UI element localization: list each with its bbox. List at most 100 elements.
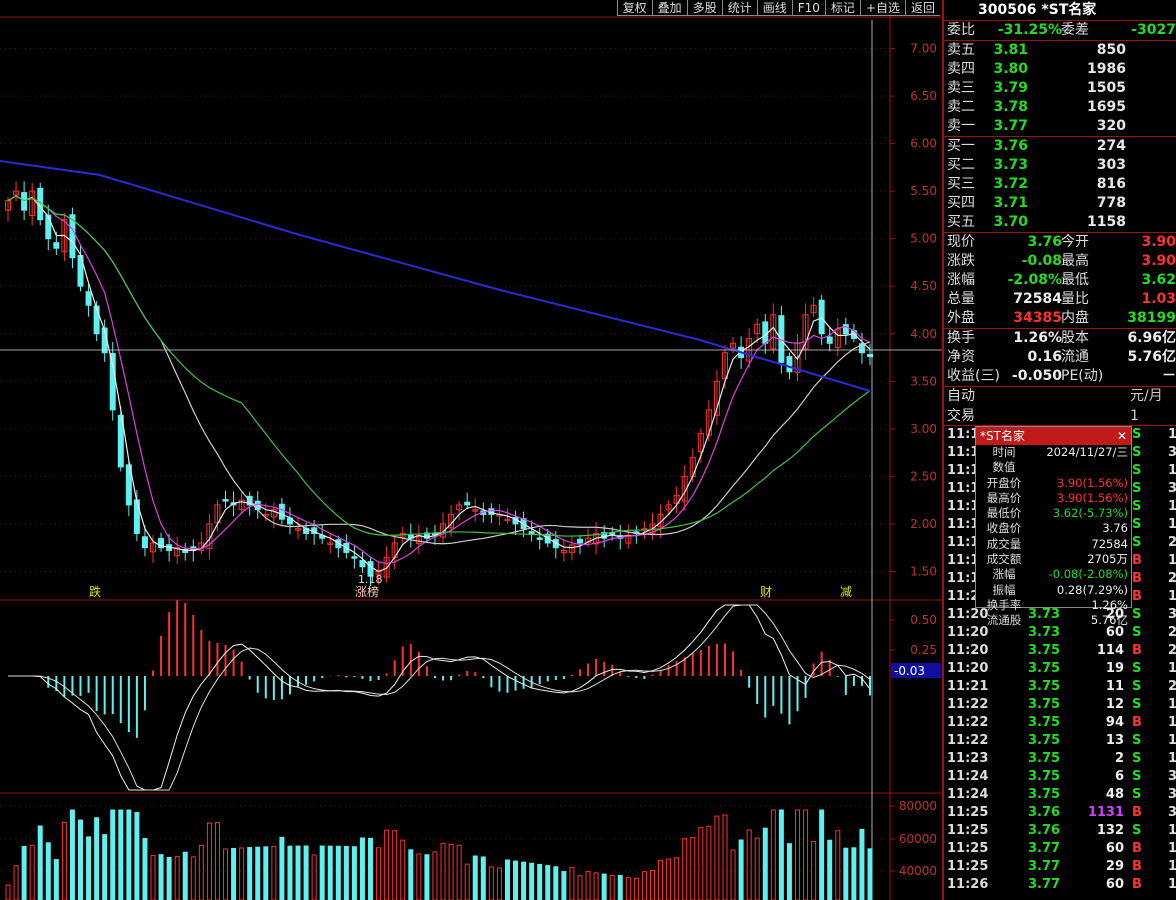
ask-levels: 卖五 3.81 850 卖四 3.80 1986 卖三 3.79 1505 卖二 3.78 1695 卖… [944,41,1176,136]
order-diff-label: 委差 [1061,22,1089,38]
volume-bar [45,842,51,900]
tab-unit[interactable]: 元/月 [1130,387,1163,406]
price-tick-label: 6.50 [910,89,937,103]
volume-bar [174,856,180,900]
fuquan-button[interactable]: 复权 [616,0,652,16]
volume-bar [359,837,365,900]
level-price: 3.79 [993,80,1028,96]
f10-button[interactable]: F10 [791,0,825,16]
trade-price: 3.75 [1028,643,1061,658]
candle-body [826,336,833,344]
candle [29,182,36,226]
stock-code: 300506 [978,2,1037,18]
candle [673,486,680,514]
add-watchlist-button[interactable]: +自选 [859,0,905,16]
volume-bar [521,861,527,900]
volume-bar [658,859,664,900]
volume-bar [504,859,510,900]
trade-side: S [1132,679,1142,694]
fundamental-row: 换手 1.26% 股本 6.96亿 [944,329,1176,348]
back-button[interactable]: 返回 [904,0,940,16]
trade-side: B [1132,571,1142,586]
popup-row: 涨幅 -0.08(-2.08%) [976,567,1131,582]
trade-count: 1 [1168,661,1176,676]
volume-bar [384,829,390,900]
trade-side: S [1132,625,1142,640]
volume-bar [335,845,341,900]
volume-bar [754,837,760,900]
trade-time: 11:25 [947,823,989,838]
kline-chart[interactable]: 7.00 6.50 6.00 5.50 5.00 4.50 4.00 3.50 3.00 2.50… [0,0,942,900]
trade-count: 1 [1168,427,1176,442]
popup-value: 2024/11/27/三 [1046,445,1128,459]
candle [45,204,52,251]
quote-value-2: 3.90 [1141,253,1176,269]
draw-line-button[interactable]: 画线 [756,0,792,16]
popup-value: -0.08(-2.08%) [1048,567,1128,582]
fund-label: 换手 [947,330,975,346]
candle-body [278,503,285,520]
level-volume: 1505 [1087,80,1126,96]
volume-bar [786,843,792,900]
trade-price: 3.75 [1028,787,1061,802]
quote-label-2: 最高 [1061,253,1089,269]
quote-value: -0.08 [1021,253,1062,269]
level-price: 3.77 [993,118,1028,134]
volume-bar [53,859,59,900]
level-price: 3.71 [993,195,1028,211]
stock-name: *ST名家 [1041,2,1097,18]
fundamental-stats: 换手 1.26% 股本 6.96亿 净资 0.16 流通 5.76亿 收益(三) -0.050 PE… [944,329,1176,386]
stats-button[interactable]: 统计 [721,0,757,16]
volume-bar [674,857,680,900]
candle-body [536,537,543,540]
trade-count: 3 [1168,769,1176,784]
candle [222,490,229,508]
overlay-button[interactable]: 叠加 [651,0,687,16]
volume-bar [778,809,784,900]
volume-bar [553,866,559,900]
fund-value-2: － [1162,368,1176,384]
trade-side: S [1132,463,1142,478]
price-tick-label: 3.00 [910,422,937,436]
trade-side: B [1132,877,1142,892]
level-label: 卖四 [947,61,975,77]
tab-auto[interactable]: 自动 [947,387,975,406]
volume-tick-label: 60000 [899,832,937,846]
trade-count: 1 [1168,463,1176,478]
multi-stock-button[interactable]: 多股 [686,0,722,16]
trade-volume: 19 [1105,661,1124,676]
volume-bar [86,836,92,900]
price-tick-label: 7.00 [910,42,937,56]
candle [464,492,471,510]
quote-row: 涨幅 -2.08% 最低 3.62 [944,271,1176,290]
popup-header[interactable]: *ST名家 ✕ [976,427,1131,445]
trade-row: 11:26 3.77 60 B 1 [944,876,1176,894]
mark-button[interactable]: 标记 [824,0,860,16]
trade-count: 3 [1168,445,1176,460]
price-tick-label: 2.50 [910,469,937,483]
trade-count: 1 [1168,553,1176,568]
info-popup[interactable]: *ST名家 ✕ 时间 2024/11/27/三 数值 开盘价 3.90(1.56%) 最高… [975,426,1132,627]
volume-bar [593,872,599,900]
close-icon[interactable]: ✕ [1117,427,1127,445]
macd-tick-label: 0.50 [910,613,937,627]
candle-body [351,556,358,559]
level-price: 3.72 [993,176,1028,192]
trade-side: S [1132,751,1142,766]
quote-row: 外盘 34385 内盘 38199 [944,309,1176,328]
volume-bar [480,856,486,900]
candle [713,370,720,425]
popup-title: *ST名家 [980,429,1025,443]
trade-time: 11:22 [947,715,989,730]
candle-body [109,352,116,411]
ask-level-3: 卖三 3.79 1505 [944,79,1176,98]
volume-bar [327,845,333,900]
chart-area[interactable]: 7.00 6.50 6.00 5.50 5.00 4.50 4.00 3.50 3.00 2.50… [0,0,942,900]
tab-trade[interactable]: 交易 [947,407,975,426]
tab-page: 1 [1130,408,1139,424]
volume-bar [529,862,535,900]
trade-volume: 60 [1105,841,1124,856]
trade-count: 3 [1168,805,1176,820]
trade-time: 11:25 [947,805,989,820]
volume-bar [585,871,591,900]
